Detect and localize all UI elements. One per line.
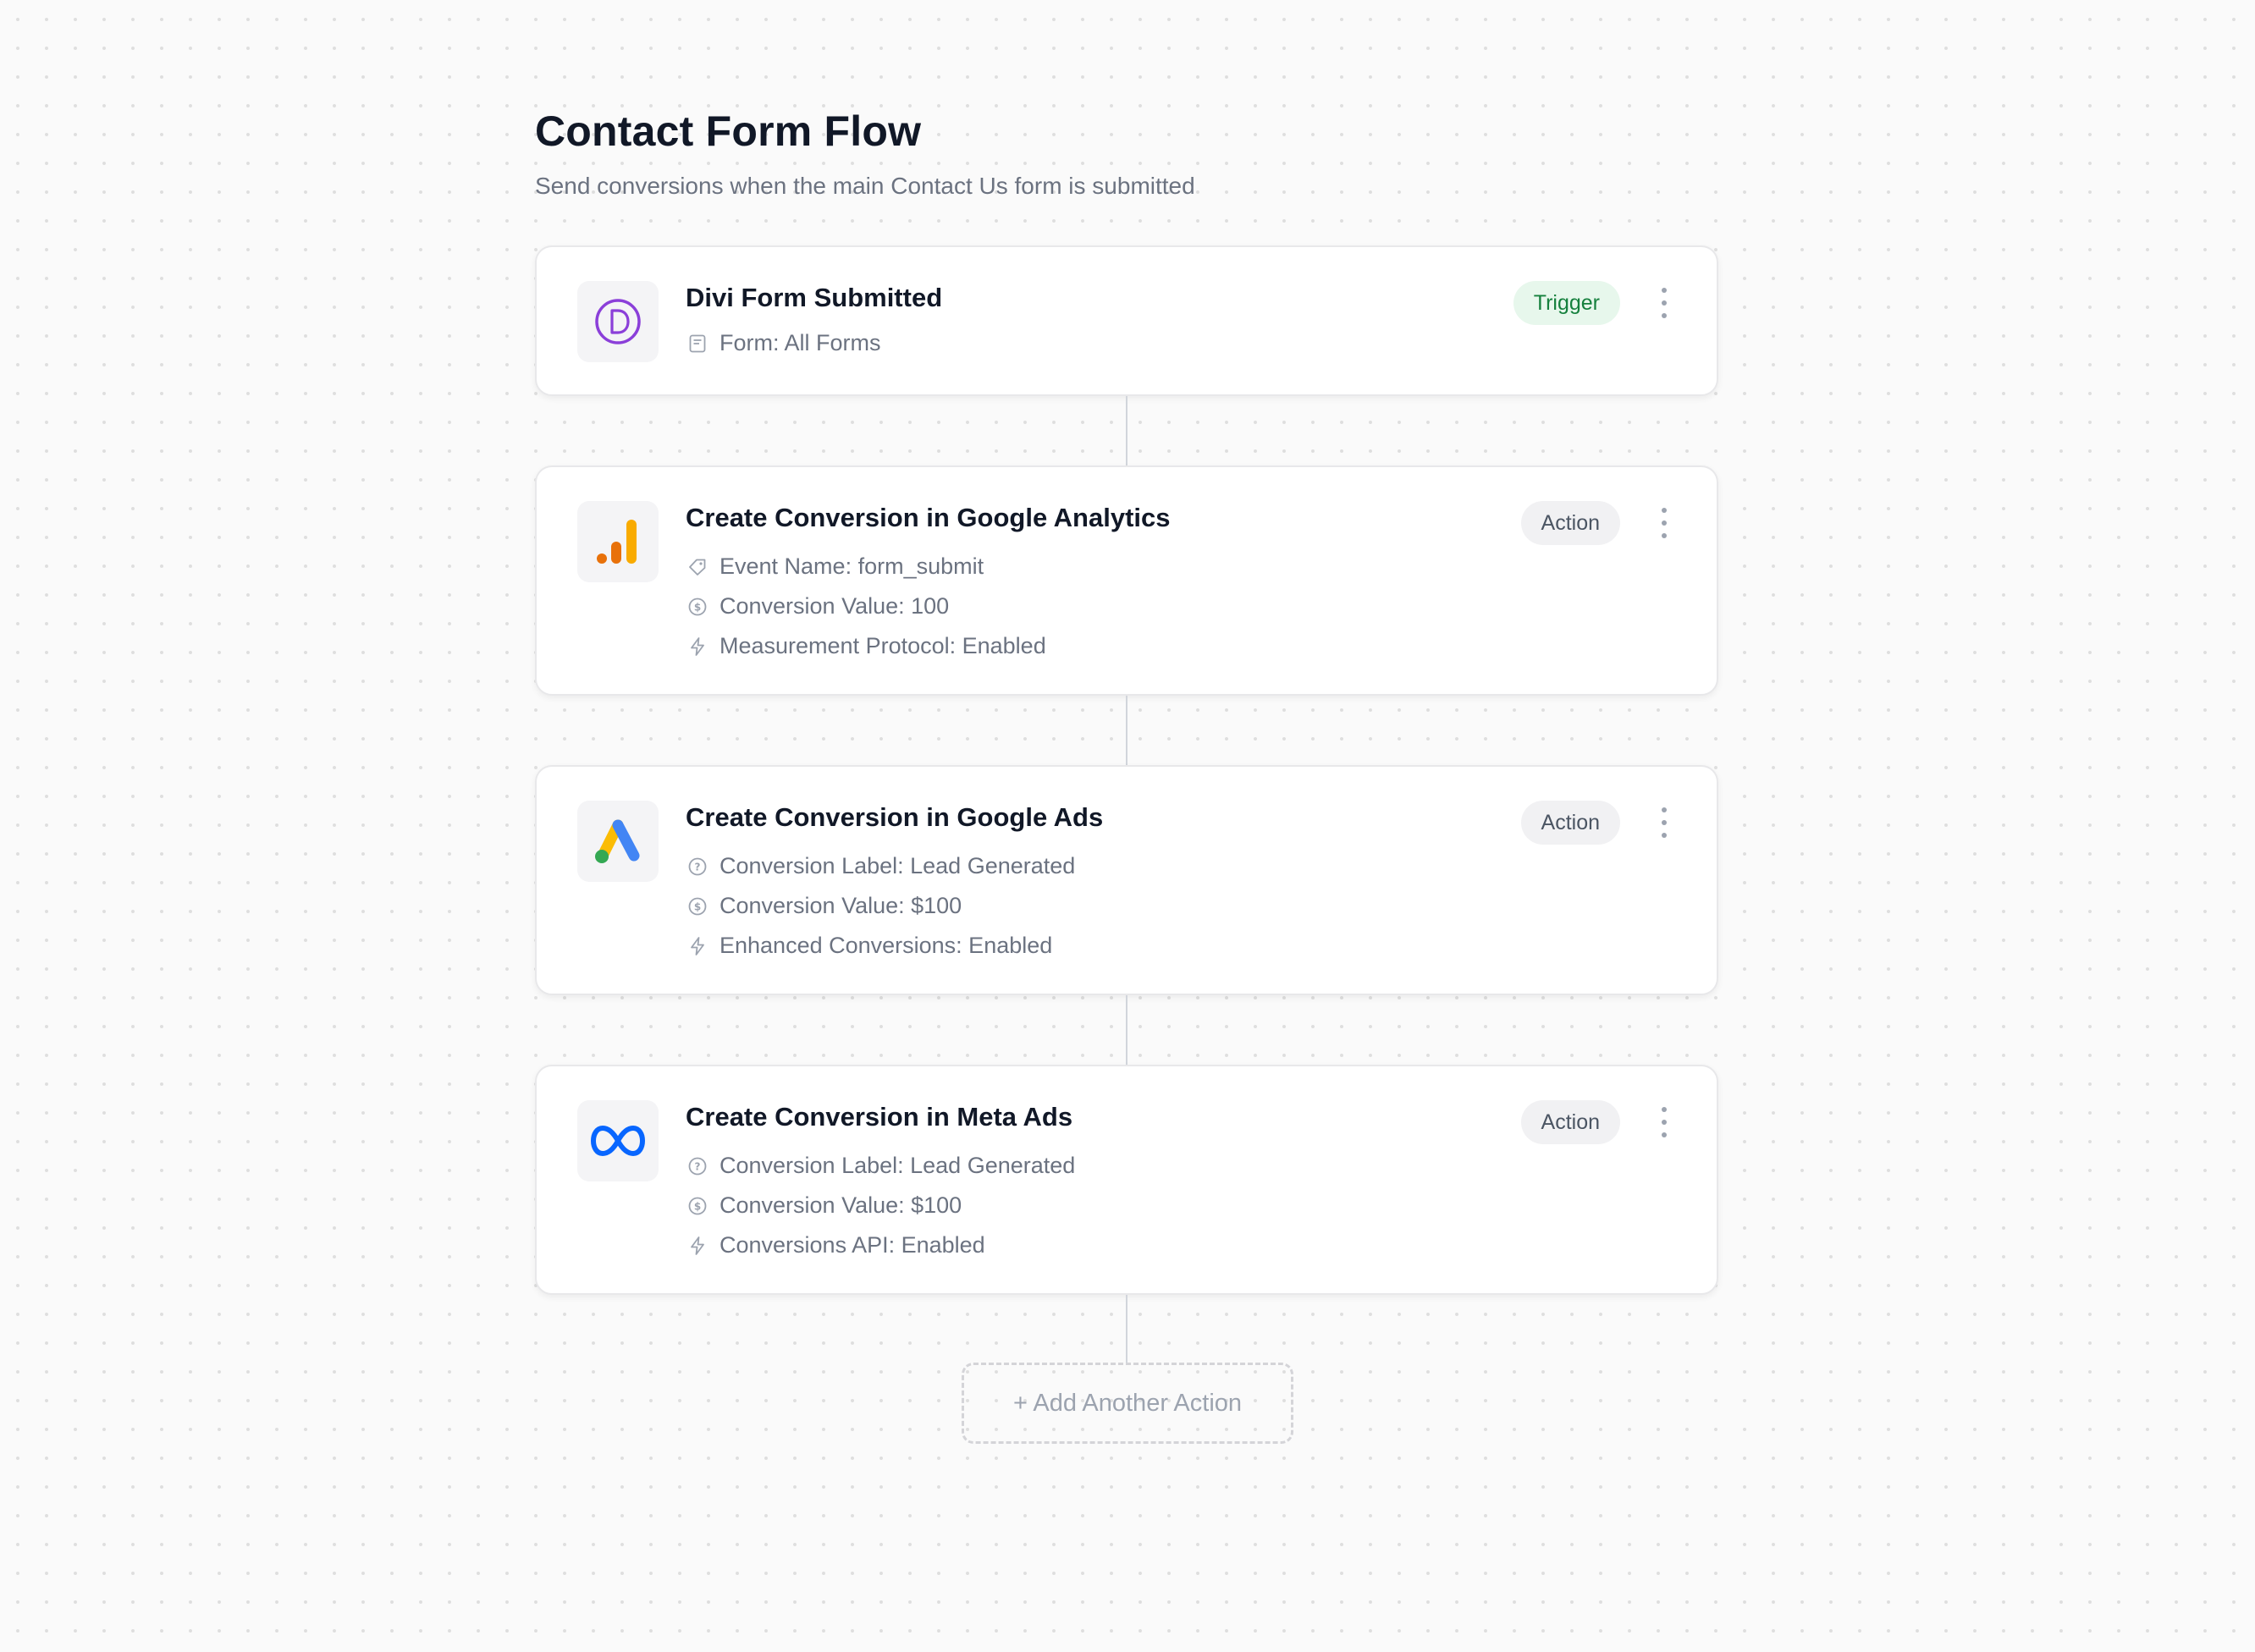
flow-connector — [1126, 696, 1128, 765]
step-detail: Event Name: form_submit — [686, 553, 984, 580]
more-options-icon[interactable] — [1659, 1107, 1669, 1137]
flow-connector — [1126, 396, 1128, 465]
detail-text: Conversion Label: Lead Generated — [720, 1153, 1076, 1178]
detail-text: Event Name: form_submit — [720, 553, 984, 579]
detail-text: Conversions API: Enabled — [720, 1232, 985, 1258]
tag-icon — [686, 555, 709, 579]
dollar-circle-icon: $ — [686, 595, 709, 619]
step-title: Divi Form Submitted — [686, 283, 943, 312]
svg-text:$: $ — [694, 1200, 701, 1212]
detail-text: Conversion Label: Lead Generated — [720, 853, 1076, 878]
detail-text: Form: All Forms — [720, 330, 881, 355]
svg-text:$: $ — [694, 900, 701, 912]
page-title: Contact Form Flow — [535, 107, 922, 155]
step-detail: ? Conversion Label: Lead Generated — [686, 1153, 1075, 1179]
divi-logo — [577, 281, 659, 362]
step-title: Create Conversion in Google Ads — [686, 802, 1104, 832]
meta-logo — [577, 1100, 659, 1181]
step-detail: ? Conversion Label: Lead Generated — [686, 853, 1075, 879]
step-detail: Enhanced Conversions: Enabled — [686, 933, 1052, 959]
trigger-badge: Trigger — [1513, 281, 1620, 325]
detail-text: Conversion Value: 100 — [720, 593, 950, 619]
google-analytics-logo — [577, 501, 659, 582]
lightning-icon — [686, 1234, 709, 1258]
action-badge: Action — [1520, 801, 1620, 845]
flow-connector — [1126, 995, 1128, 1065]
svg-text:$: $ — [694, 601, 701, 613]
google-analytics-icon — [597, 520, 637, 564]
detail-text: Conversion Value: $100 — [720, 893, 962, 918]
flow-connector — [1126, 1295, 1128, 1363]
more-options-icon[interactable] — [1659, 288, 1669, 318]
more-options-icon[interactable] — [1659, 807, 1669, 838]
detail-text: Conversion Value: $100 — [720, 1192, 962, 1218]
dollar-circle-icon: $ — [686, 895, 709, 918]
question-circle-icon: ? — [686, 1154, 709, 1178]
detail-text: Enhanced Conversions: Enabled — [720, 933, 1053, 958]
action-badge: Action — [1520, 1100, 1620, 1144]
google-ads-logo — [577, 801, 659, 882]
step-title: Create Conversion in Google Analytics — [686, 503, 1171, 532]
add-another-action-button[interactable]: + Add Another Action — [962, 1363, 1293, 1444]
more-options-icon[interactable] — [1659, 508, 1669, 538]
step-detail: $ Conversion Value: $100 — [686, 1192, 962, 1219]
step-detail: Form: All Forms — [686, 330, 881, 356]
step-detail: Conversions API: Enabled — [686, 1232, 985, 1258]
action-badge: Action — [1520, 501, 1620, 545]
lightning-icon — [686, 635, 709, 658]
svg-text:?: ? — [695, 861, 701, 873]
dollar-circle-icon: $ — [686, 1194, 709, 1218]
detail-text: Measurement Protocol: Enabled — [720, 633, 1046, 658]
step-detail: $ Conversion Value: 100 — [686, 593, 949, 620]
divi-icon — [595, 299, 641, 344]
question-circle-icon: ? — [686, 855, 709, 878]
step-detail: $ Conversion Value: $100 — [686, 893, 962, 919]
step-detail: Measurement Protocol: Enabled — [686, 633, 1046, 659]
form-icon — [686, 332, 709, 355]
svg-text:?: ? — [695, 1160, 701, 1172]
meta-ads-action-card[interactable]: Create Conversion in Meta Ads ? Conversi… — [535, 1065, 1718, 1295]
google-analytics-action-card[interactable]: Create Conversion in Google Analytics Ev… — [535, 465, 1718, 696]
meta-icon — [591, 1126, 645, 1156]
trigger-card[interactable]: Divi Form Submitted Form: All Forms Trig… — [535, 245, 1718, 396]
page-subtitle: Send conversions when the main Contact U… — [535, 173, 1195, 199]
step-title: Create Conversion in Meta Ads — [686, 1102, 1073, 1132]
google-ads-action-card[interactable]: Create Conversion in Google Ads ? Conver… — [535, 765, 1718, 995]
google-ads-icon — [595, 819, 640, 863]
lightning-icon — [686, 934, 709, 958]
